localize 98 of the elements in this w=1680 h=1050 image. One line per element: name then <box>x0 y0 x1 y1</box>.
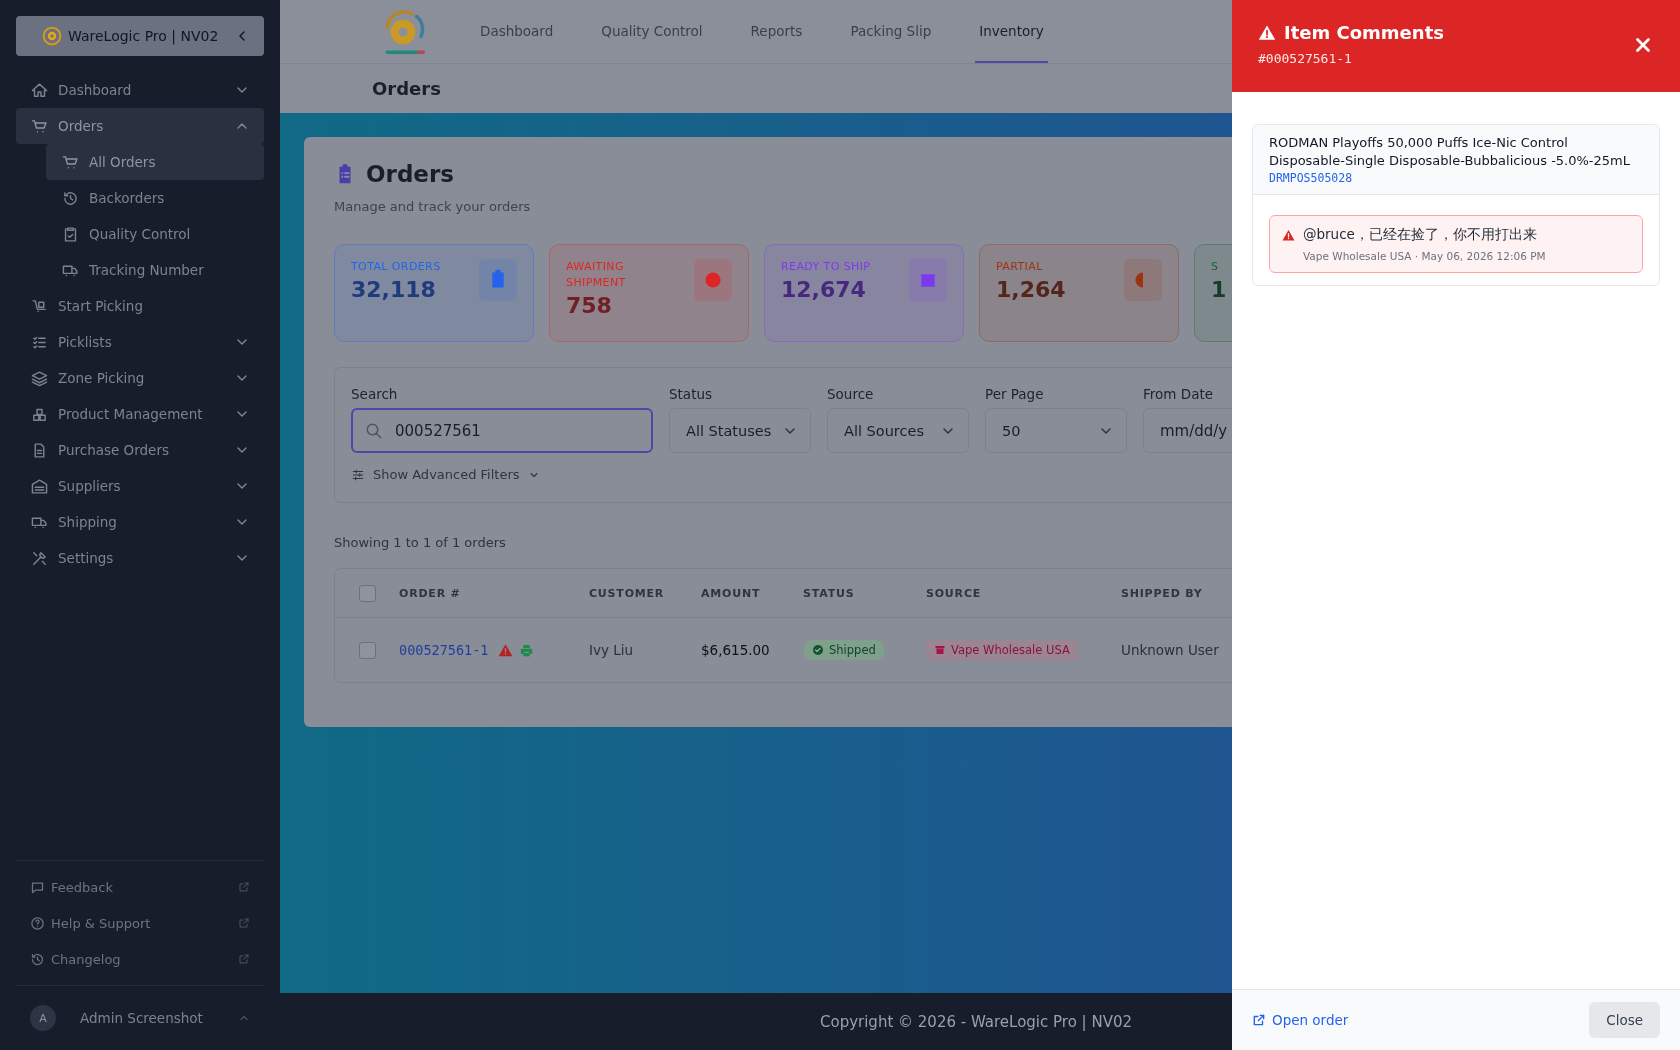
sidebar-subitem[interactable]: Tracking Number <box>46 252 264 288</box>
item-name: RODMAN Playoffs 50,000 Puffs Ice-Nic Control Disposable-Single Disposable-Bubbalicious -5.0%-25mL <box>1269 134 1631 170</box>
field-label: From Date <box>1143 386 1214 402</box>
comment-meta: Vape Wholesale USA · May 06, 2026 12:06 PM <box>1303 250 1546 262</box>
source-badge: Vape Wholesale USA <box>926 640 1078 660</box>
stat-value: 1,264 <box>996 277 1067 302</box>
stat-value: 1 <box>1211 277 1228 302</box>
field-label: Status <box>669 386 714 402</box>
printer-icon[interactable] <box>519 642 535 658</box>
page-title: Orders <box>372 78 441 99</box>
external-link-icon <box>238 953 250 965</box>
brand-button[interactable]: WareLogic Pro | NV02 <box>16 16 264 56</box>
select-all-checkbox[interactable] <box>358 584 376 602</box>
order-id: #000527561-1 <box>1258 51 1353 66</box>
stat-label: TOTAL ORDERS <box>351 259 442 275</box>
logo-icon <box>42 26 62 46</box>
help-icon <box>30 915 45 931</box>
sidebar-link[interactable]: Feedback <box>16 869 264 905</box>
sidebar-subitem[interactable]: Backorders <box>46 180 264 216</box>
card-subtitle: Manage and track your orders <box>334 199 532 214</box>
status-badge: Shipped <box>803 640 885 660</box>
hand-truck-icon <box>31 297 48 315</box>
sidebar-item[interactable]: Shipping <box>16 504 264 540</box>
sidebar-subitem[interactable]: Quality Control <box>46 216 264 252</box>
user-menu[interactable]: A Admin Screenshot <box>16 985 264 1050</box>
table-cell-text: $6,615.00 <box>701 642 771 658</box>
clipboard-list-icon <box>479 259 517 301</box>
nav-tab[interactable]: Quality Control <box>597 0 707 63</box>
order-link[interactable]: 000527561-1 <box>399 642 489 658</box>
field-label: Search <box>351 386 399 402</box>
search-icon <box>365 421 383 440</box>
item-sku: DRMPOS505028 <box>1269 171 1354 185</box>
warning-icon[interactable] <box>498 642 514 658</box>
table-cell-text: Ivy Liu <box>589 642 635 658</box>
external-link-icon <box>238 881 250 893</box>
stat-value: 32,118 <box>351 277 437 302</box>
stat-label: AWAITING SHIPMENT <box>566 259 627 291</box>
layers-icon <box>31 369 48 387</box>
table-cell-text: Unknown User <box>1121 642 1220 658</box>
warning-icon <box>1258 23 1276 42</box>
date-field[interactable]: mm/dd/y <box>1143 408 1232 453</box>
store-icon <box>934 644 946 656</box>
advanced-filters-toggle[interactable]: Show Advanced Filters <box>351 467 1232 482</box>
check-circle-icon <box>812 644 824 656</box>
dropdown[interactable]: All Statuses <box>669 408 811 453</box>
field-label: Source <box>827 386 875 402</box>
stat-label: PARTIAL <box>996 259 1044 275</box>
column-header: CUSTOMER <box>589 586 666 600</box>
column-header: STATUS <box>803 586 856 600</box>
comment-text: @bruce，已经在捡了，你不用打出来 <box>1303 226 1538 244</box>
field-label: Per Page <box>985 386 1045 402</box>
sidebar-item[interactable]: Dashboard <box>16 72 264 108</box>
stat-value: 758 <box>566 293 613 318</box>
chat-bubble-icon <box>30 879 45 895</box>
close-button[interactable]: Close <box>1589 1002 1660 1038</box>
stat-value: 12,674 <box>781 277 867 302</box>
nav-tab[interactable]: Dashboard <box>476 0 558 63</box>
sliders-icon <box>351 467 365 482</box>
warning-icon <box>1282 229 1295 242</box>
cart-icon <box>62 153 79 171</box>
history-icon <box>30 951 45 967</box>
user-avatar: A <box>30 1005 56 1031</box>
column-header: SHIPPED BY <box>1121 586 1204 600</box>
sidebar-item[interactable]: Suppliers <box>16 468 264 504</box>
sidebar-item[interactable]: Settings <box>16 540 264 576</box>
sidebar-link[interactable]: Changelog <box>16 941 264 977</box>
copyright-text: Copyright © 2026 - WareLogic Pro | NV02 <box>820 1012 1132 1031</box>
sidebar-link[interactable]: Help & Support <box>16 905 264 941</box>
nav-tab[interactable]: Packing Slip <box>846 0 936 63</box>
panel-title: Item Comments <box>1284 22 1444 43</box>
open-order-link[interactable]: Open order <box>1252 1012 1349 1028</box>
column-header: AMOUNT <box>701 586 762 600</box>
dropdown[interactable]: All Sources <box>827 408 969 453</box>
column-header: SOURCE <box>926 586 983 600</box>
sidebar-item[interactable]: Start Picking <box>16 288 264 324</box>
card-title: Orders <box>366 161 454 187</box>
column-header: ORDER # <box>399 586 462 600</box>
box-icon <box>909 259 947 301</box>
row-checkbox[interactable] <box>358 641 376 659</box>
sidebar-subitem[interactable]: All Orders <box>46 144 264 180</box>
sidebar-item[interactable]: Zone Picking <box>16 360 264 396</box>
search-field[interactable]: 000527561 <box>351 408 653 453</box>
stat-label: READY TO SHIP <box>781 259 872 275</box>
nav-tab[interactable]: Reports <box>746 0 807 63</box>
results-count: Showing 1 to 1 of 1 orders <box>334 535 507 550</box>
home-icon <box>31 81 48 99</box>
stat-label: S <box>1211 259 1220 275</box>
warehouse-icon <box>31 477 48 495</box>
clipboard-check-icon <box>62 225 79 243</box>
sidebar-item[interactable]: Orders <box>16 108 264 144</box>
sidebar-item[interactable]: Product Management <box>16 396 264 432</box>
history-icon <box>62 189 79 207</box>
external-link-icon <box>1252 1013 1266 1027</box>
external-link-icon <box>238 917 250 929</box>
sidebar-item[interactable]: Purchase Orders <box>16 432 264 468</box>
sidebar-item[interactable]: Picklists <box>16 324 264 360</box>
dropdown[interactable]: 50 <box>985 408 1127 453</box>
cart-icon <box>31 117 48 135</box>
